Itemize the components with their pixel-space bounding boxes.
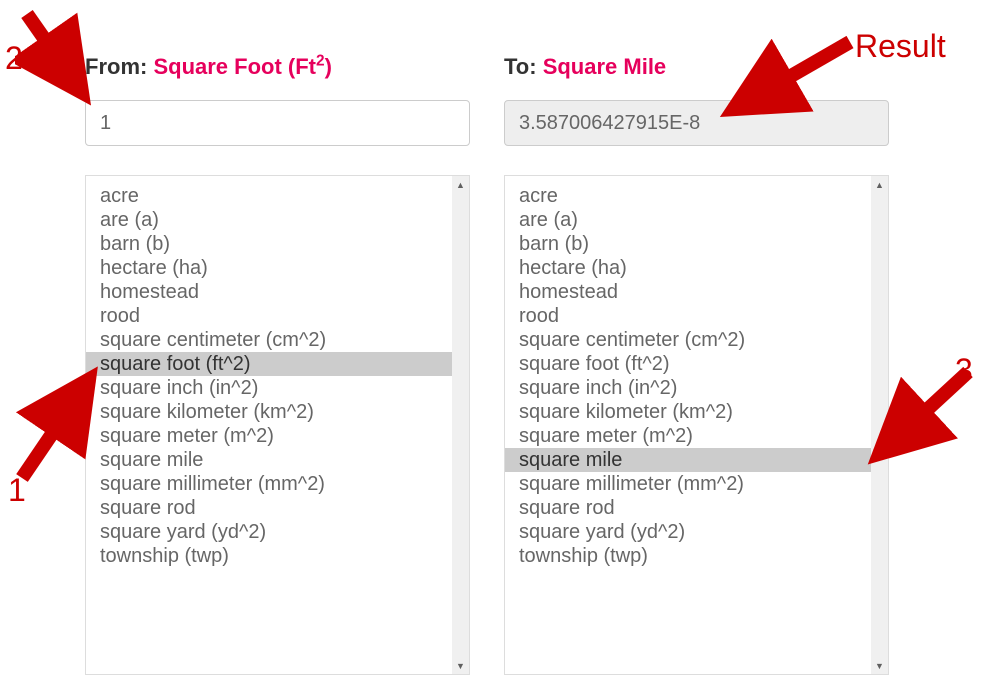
unit-option[interactable]: homestead xyxy=(505,280,871,304)
scroll-up-icon[interactable]: ▲ xyxy=(452,176,469,193)
unit-option[interactable]: barn (b) xyxy=(505,232,871,256)
unit-option[interactable]: square centimeter (cm^2) xyxy=(86,328,452,352)
scroll-up-icon[interactable]: ▲ xyxy=(871,176,888,193)
unit-option[interactable]: square millimeter (mm^2) xyxy=(505,472,871,496)
unit-option[interactable]: square yard (yd^2) xyxy=(86,520,452,544)
unit-option[interactable]: square inch (in^2) xyxy=(505,376,871,400)
unit-option[interactable]: hectare (ha) xyxy=(86,256,452,280)
to-unit-listbox[interactable]: acreare (a)barn (b)hectare (ha)homestead… xyxy=(504,175,889,675)
unit-option[interactable]: square kilometer (km^2) xyxy=(505,400,871,424)
unit-option[interactable]: rood xyxy=(86,304,452,328)
unit-option[interactable]: square foot (ft^2) xyxy=(86,352,452,376)
arrow-result-icon xyxy=(710,30,865,130)
from-scrollbar[interactable]: ▲ ▼ xyxy=(452,176,469,674)
unit-option[interactable]: square rod xyxy=(505,496,871,520)
arrow-1-icon xyxy=(10,360,110,490)
unit-option[interactable]: square millimeter (mm^2) xyxy=(86,472,452,496)
unit-option[interactable]: hectare (ha) xyxy=(505,256,871,280)
scroll-down-icon[interactable]: ▼ xyxy=(871,657,888,674)
unit-option[interactable]: acre xyxy=(505,184,871,208)
from-label: From: Square Foot (Ft2) xyxy=(85,54,332,80)
unit-option[interactable]: homestead xyxy=(86,280,452,304)
unit-option[interactable]: square centimeter (cm^2) xyxy=(505,328,871,352)
unit-option[interactable]: square yard (yd^2) xyxy=(505,520,871,544)
unit-option[interactable]: acre xyxy=(86,184,452,208)
arrow-3-icon xyxy=(860,360,980,475)
to-unit-name: Square Mile xyxy=(543,54,666,79)
arrow-2-icon xyxy=(15,6,100,111)
annotation-result: Result xyxy=(855,28,946,65)
unit-option[interactable]: township (twp) xyxy=(505,544,871,568)
from-unit-listbox[interactable]: acreare (a)barn (b)hectare (ha)homestead… xyxy=(85,175,470,675)
unit-option[interactable]: square meter (m^2) xyxy=(86,424,452,448)
to-label: To: Square Mile xyxy=(504,54,666,80)
unit-option[interactable]: are (a) xyxy=(86,208,452,232)
unit-option[interactable]: square foot (ft^2) xyxy=(505,352,871,376)
unit-option[interactable]: rood xyxy=(505,304,871,328)
from-value-input[interactable]: 1 xyxy=(85,100,470,146)
unit-option[interactable]: barn (b) xyxy=(86,232,452,256)
unit-option[interactable]: township (twp) xyxy=(86,544,452,568)
unit-option[interactable]: square kilometer (km^2) xyxy=(86,400,452,424)
unit-option[interactable]: square mile xyxy=(505,448,871,472)
unit-option[interactable]: square inch (in^2) xyxy=(86,376,452,400)
scroll-down-icon[interactable]: ▼ xyxy=(452,657,469,674)
from-unit-name: Square Foot (Ft2) xyxy=(153,54,331,79)
unit-option[interactable]: square rod xyxy=(86,496,452,520)
to-label-prefix: To: xyxy=(504,54,543,79)
from-value-text: 1 xyxy=(100,112,111,135)
unit-option[interactable]: square meter (m^2) xyxy=(505,424,871,448)
unit-option[interactable]: are (a) xyxy=(505,208,871,232)
unit-option[interactable]: square mile xyxy=(86,448,452,472)
to-value-text: 3.587006427915E-8 xyxy=(519,112,700,135)
